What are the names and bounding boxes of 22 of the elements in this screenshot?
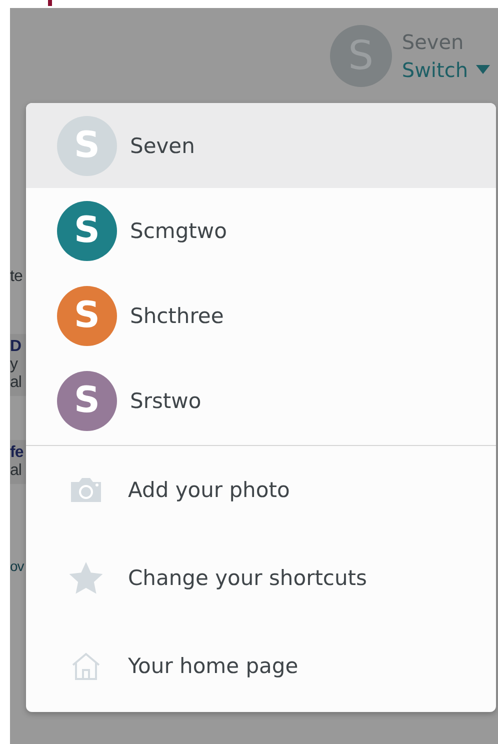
logo-mark xyxy=(48,0,52,6)
camera-icon xyxy=(69,477,103,503)
section-heading: te xyxy=(10,268,22,286)
menu-item[interactable]: Change your shortcuts xyxy=(26,534,496,622)
menu-item[interactable]: Add your photo xyxy=(26,446,496,534)
provider-text: al xyxy=(10,462,22,480)
account-item[interactable]: S Shcthree xyxy=(26,273,496,358)
account-avatar: S xyxy=(57,370,117,430)
caret-icon xyxy=(476,65,490,74)
account-avatar: S xyxy=(57,200,117,260)
menu-item[interactable]: Your home page xyxy=(26,622,496,710)
home-icon xyxy=(71,652,101,680)
provider-text: y xyxy=(10,356,19,374)
provider-link[interactable]: ov xyxy=(10,558,24,574)
provider-text: fe xyxy=(10,444,24,462)
star-icon xyxy=(69,562,103,594)
provider-text: D xyxy=(10,338,22,356)
account-item[interactable]: S Scmgtwo xyxy=(26,188,496,273)
user-name: Seven xyxy=(402,30,465,54)
account-avatar: S xyxy=(57,286,117,346)
account-item[interactable]: S Srstwo xyxy=(26,358,496,443)
provider-text: al xyxy=(10,374,22,392)
